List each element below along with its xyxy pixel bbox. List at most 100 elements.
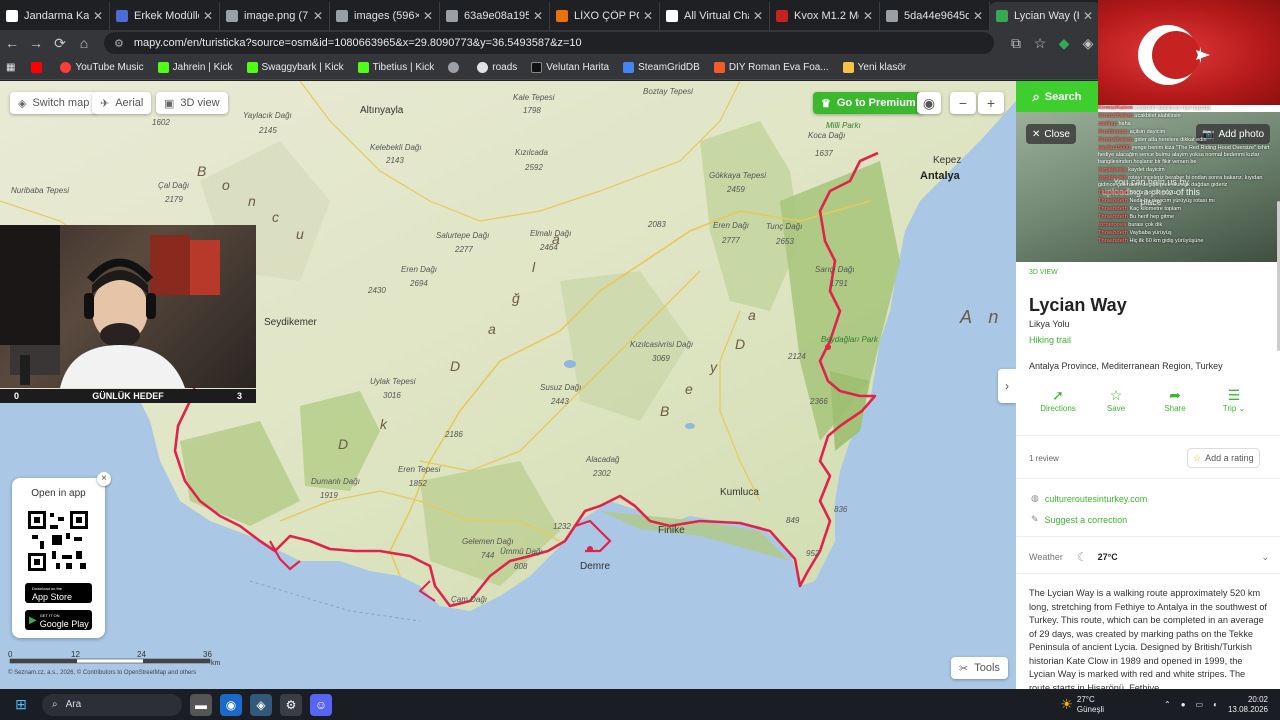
locate-me-button[interactable]: ◉ (917, 92, 941, 114)
3d-view-button[interactable]: ▣ 3D view (156, 92, 228, 114)
zoom-in-button[interactable]: + (978, 92, 1004, 114)
add-rating-button[interactable]: ☆ Add a rating (1187, 448, 1260, 468)
chrome-icon[interactable]: ◉ (220, 693, 242, 716)
bookmark-item[interactable] (448, 62, 463, 73)
close-tab-icon[interactable]: ✕ (973, 9, 983, 23)
trip-button[interactable]: ☰ Trip ⌄ (1208, 387, 1260, 413)
city-label[interactable]: Antalya (920, 170, 960, 182)
clock[interactable]: 20:02 13.08.2026 (1228, 695, 1268, 715)
weather-row[interactable]: Weather ☾ 27°C ⌄ (1029, 550, 1269, 564)
url-input[interactable]: ⚙ mapy.com/en/turisticka?source=osm&id=1… (104, 32, 994, 54)
3d-view-link[interactable]: 3D VIEW (1029, 269, 1058, 276)
browser-tab[interactable]: image.png (718× ✕ (220, 2, 330, 30)
tab-title: images (596×335) (354, 10, 419, 22)
city-label[interactable]: Altınyayla (360, 105, 403, 116)
review-count[interactable]: 1 review (1029, 454, 1059, 463)
taskbar-search[interactable]: ⌕ Ara (42, 693, 182, 716)
bookmark-item[interactable]: Jahrein | Kick (157, 62, 233, 73)
install-icon[interactable]: ⧉ (1004, 35, 1028, 52)
close-button[interactable]: ✕ Close (1026, 124, 1076, 144)
bookmark-item[interactable]: Tibetius | Kick (357, 62, 434, 73)
google-play-button[interactable]: ▶ GET IT ON Google Play (25, 610, 92, 630)
reload-icon[interactable]: ⟳ (48, 35, 72, 52)
peak-label: Dumanlı Dağı (311, 477, 360, 486)
volume-icon[interactable]: ◐ (1213, 700, 1218, 709)
chat-user: torpidoreis (1098, 222, 1127, 228)
star-icon[interactable]: ☆ (1028, 35, 1052, 52)
app-icon[interactable]: ◈ (250, 693, 272, 716)
bookmark-item[interactable]: SteamGridDB (623, 62, 700, 73)
directions-button[interactable]: ➚ Directions (1032, 387, 1084, 413)
site-info-icon[interactable]: ⚙ (114, 37, 124, 50)
switch-map-button[interactable]: ◈ Switch map (10, 92, 98, 114)
crown-icon: ♛ (821, 97, 831, 110)
website-link[interactable]: ◍ cultureroutesinturkey.com (1031, 493, 1147, 504)
chat-message: Thrashdeth Böcür böcük müyüz (1098, 190, 1280, 197)
back-icon[interactable]: ← (0, 35, 24, 51)
browser-tab[interactable]: Jandarma Kamuf ✕ (0, 2, 110, 30)
copyright[interactable]: © Seznam.cz, a.s., 2026, © Contributors … (8, 670, 196, 676)
collapse-panel-button[interactable]: › (998, 369, 1016, 403)
browser-tab[interactable]: LİXO ÇÖP POŞETİ ✕ (550, 2, 660, 30)
chevron-up-icon[interactable]: ⌃ (1164, 700, 1171, 709)
kick-icon (357, 62, 369, 73)
save-button[interactable]: ☆ Save (1090, 387, 1142, 413)
go-to-premium-button[interactable]: ♛ Go to Premium (813, 92, 924, 114)
close-tab-icon[interactable]: ✕ (863, 9, 873, 23)
close-tab-icon[interactable]: ✕ (313, 9, 323, 23)
monitor-icon[interactable]: ▭ (1196, 700, 1204, 709)
bookmark-item[interactable] (31, 62, 46, 73)
browser-tab[interactable]: 63a9e08a1959ege ✕ (440, 2, 550, 30)
browser-tab[interactable]: images (596×335) ✕ (330, 2, 440, 30)
file-explorer-icon[interactable]: ▬ (190, 693, 212, 716)
steam-icon[interactable]: ⚙ (280, 693, 302, 716)
weather-sun-icon[interactable]: ☀ (1060, 696, 1073, 713)
home-icon[interactable]: ⌂ (72, 35, 96, 51)
bookmark-item[interactable]: Yeni klasör (842, 62, 906, 73)
close-tab-icon[interactable]: ✕ (93, 9, 103, 23)
browser-tab[interactable]: Lycian Way (Hi ✕ (990, 2, 1100, 30)
app-store-button[interactable]: Download on the App Store (25, 583, 92, 603)
aerial-button[interactable]: ✈ Aerial (92, 92, 152, 114)
peak-label: Tunç Dağı (766, 222, 803, 231)
extension-icon[interactable]: ◆ (1052, 35, 1076, 52)
suggest-correction-link[interactable]: ✎ Suggest a correction (1031, 514, 1127, 525)
browser-tab[interactable]: Kvox M1.2 Motos ✕ (770, 2, 880, 30)
close-tab-icon[interactable]: ✕ (643, 9, 653, 23)
close-tab-icon[interactable]: ✕ (533, 9, 543, 23)
close-icon[interactable]: × (97, 472, 111, 486)
extensions-puzzle-icon[interactable]: ◈ (1076, 35, 1100, 52)
forward-icon[interactable]: → (24, 35, 48, 51)
bookmark-item[interactable]: YouTube Music (60, 62, 144, 73)
mic-icon[interactable]: ● (1181, 700, 1186, 709)
close-tab-icon[interactable]: ✕ (203, 9, 213, 23)
tools-button[interactable]: ✂ Tools (951, 657, 1008, 679)
height-label: 1791 (830, 279, 848, 288)
apps-grid-icon[interactable]: ▦ (6, 62, 15, 73)
bookmark-item[interactable]: Swaggybark | Kick (246, 62, 344, 73)
place-category[interactable]: Hiking trail (1029, 335, 1071, 345)
close-tab-icon[interactable]: ✕ (1083, 9, 1093, 23)
bookmark-item[interactable]: roads (477, 62, 517, 73)
city-label[interactable]: Kepez (933, 155, 961, 166)
address-toolbar: ← → ⟳ ⌂ ⚙ mapy.com/en/turisticka?source=… (0, 30, 1280, 56)
city-label[interactable]: Seydikemer (264, 317, 317, 328)
height-label: 836 (834, 505, 848, 514)
windows-start-icon[interactable]: ⊞ (10, 694, 32, 716)
browser-tab[interactable]: Erkek Modüller&I ✕ (110, 2, 220, 30)
close-tab-icon[interactable]: ✕ (753, 9, 763, 23)
bookmark-item[interactable]: Velutan Harita (531, 62, 609, 73)
kick-icon (157, 62, 169, 73)
close-tab-icon[interactable]: ✕ (423, 9, 433, 23)
share-button[interactable]: ➦ Share (1149, 387, 1201, 413)
search-button[interactable]: ⌕ Search (1016, 81, 1098, 112)
zoom-out-button[interactable]: − (950, 92, 976, 114)
city-label[interactable]: Finike (658, 525, 685, 536)
browser-tab[interactable]: 5da44e9645d2a0 ✕ (880, 2, 990, 30)
discord-icon[interactable]: ☺ (310, 693, 332, 716)
bookmark-item[interactable]: DIY Roman Eva Foa... (713, 62, 829, 73)
folder-icon (842, 62, 854, 73)
city-label[interactable]: Kumluca (720, 487, 759, 498)
browser-tab[interactable]: All Virtual Challen ✕ (660, 2, 770, 30)
city-label[interactable]: Demre (580, 561, 610, 572)
